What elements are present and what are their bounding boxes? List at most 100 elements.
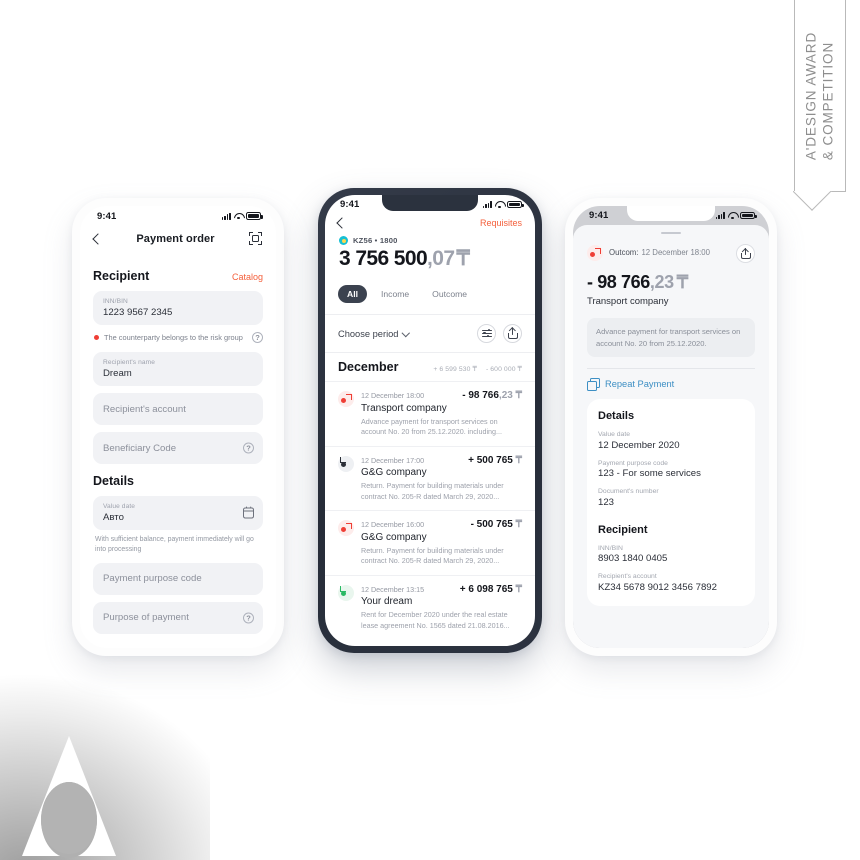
amount-main: - 500 765 (470, 519, 513, 531)
segmented-control: All Income Outcome (325, 271, 535, 314)
status-bar: 9:41 (80, 206, 276, 226)
inn-bin-field[interactable]: INN/BIN 1223 9567 2345 (93, 291, 263, 325)
amount-main: + 6 098 765 (459, 583, 513, 595)
month-header: December + 6 599 530 ₸ - 600 000 ₸ (325, 353, 535, 381)
recipient-name-field[interactable]: Recipient's name Dream (93, 352, 263, 386)
table-row[interactable]: 12 December 17:00 + 500 765 ₸ G&G compan… (325, 445, 535, 511)
balance-currency: ₸ (456, 247, 470, 270)
income-arrow-icon (338, 584, 354, 601)
ribbon-line-2: & COMPETITION (821, 41, 836, 161)
sliders-icon (481, 328, 492, 338)
recipient-title: Recipient (93, 269, 150, 283)
counterparty-name: Transport company (587, 296, 669, 308)
detail-key: Payment purpose code (598, 459, 668, 467)
chevron-left-icon[interactable] (336, 217, 348, 229)
transaction-description: Return. Payment for building materials u… (361, 481, 504, 501)
recipient-section-header: Recipient Catalog (93, 269, 263, 283)
details-title: Details (598, 410, 635, 423)
income-arrow-icon (338, 455, 354, 472)
month-outcome-total: - 600 000 ₸ (485, 366, 522, 373)
battery-icon (740, 211, 757, 220)
detail-value: 123 - For some services (598, 468, 701, 480)
filter-button[interactable] (477, 324, 496, 343)
amount-main: - 98 766 (462, 390, 499, 401)
purpose-of-payment-field[interactable]: Purpose of payment ? (93, 601, 263, 634)
scan-frame-icon[interactable] (248, 232, 262, 245)
detail-key: Recipient's account (598, 573, 657, 581)
recipient-account-placeholder: Recipient's account (103, 403, 186, 415)
tab-income[interactable]: Income (372, 285, 418, 303)
catalog-link[interactable]: Catalog (232, 272, 263, 282)
inn-bin-value: 1223 9567 2345 (103, 306, 173, 318)
value-date-field[interactable]: Value date Авто (93, 496, 263, 530)
detail-row: Value date 12 December 2020 (598, 431, 744, 451)
page-title: Payment order (136, 232, 215, 245)
question-icon[interactable]: ? (243, 442, 254, 454)
payment-purpose-code-field[interactable]: Payment purpose code (93, 562, 263, 595)
navigation-bar: Requisites (325, 214, 535, 230)
balance-decimal: ,07 (427, 247, 455, 270)
transaction-amount: - 98 766,23 ₸ (462, 390, 522, 401)
transaction-name: Transport company (361, 402, 447, 414)
outcome-arrow-icon (587, 245, 603, 262)
share-button[interactable] (736, 244, 755, 264)
chevron-left-icon[interactable] (92, 232, 104, 245)
payment-purpose-code-placeholder: Payment purpose code (103, 573, 202, 585)
tab-outcome[interactable]: Outcome (423, 285, 476, 303)
amount-currency: ₸ (515, 583, 522, 595)
status-bar: 9:41 (573, 206, 769, 225)
amount-currency: ₸ (515, 390, 522, 401)
question-icon[interactable]: ? (252, 332, 263, 343)
signal-icon (482, 201, 492, 208)
table-row[interactable]: 12 December 18:00 - 98 766,23 ₸ Transpor… (325, 381, 535, 446)
detail-key: INN/BIN (598, 544, 623, 552)
requisites-link[interactable]: Requisites (480, 218, 522, 228)
amount-decimal: ,23 (498, 390, 513, 401)
value-date-value: Авто (103, 511, 124, 523)
detail-value: KZ34 5678 9012 3456 7892 (598, 581, 717, 593)
export-button[interactable] (503, 324, 522, 343)
device-notch (382, 195, 478, 211)
phone-left-payment-order: 9:41 Payment order Recipient Catalog INN… (72, 198, 284, 656)
status-clock: 9:41 (589, 210, 609, 221)
question-icon[interactable]: ? (243, 612, 254, 624)
calendar-icon[interactable] (242, 506, 255, 519)
battery-icon (507, 200, 524, 209)
direction-label: Outcom: (609, 248, 639, 258)
repeat-payment-button[interactable]: Repeat Payment (587, 369, 755, 399)
amount-main: - 98 766 (587, 272, 650, 293)
sheet-drag-handle[interactable] (661, 232, 681, 235)
transaction-datetime: 12 December 18:00 (641, 248, 710, 258)
transaction-amount: + 6 098 765 ₸ (460, 584, 522, 595)
detail-key: Value date (598, 431, 630, 439)
transaction-name: G&G company (361, 467, 427, 479)
award-ribbon: A'DESIGN AWARD & COMPETITION (794, 0, 846, 192)
table-row[interactable]: 12 December 16:00 - 500 765 ₸ G&G compan… (325, 510, 535, 575)
details-title: Details (93, 474, 134, 488)
table-row[interactable]: 12 December 13:15 + 6 098 765 ₸ Your dre… (325, 574, 535, 640)
account-name: KZ56 • 1800 (353, 236, 398, 245)
detail-value: 12 December 2020 (598, 439, 680, 451)
value-date-label: Value date (103, 503, 136, 511)
amount-currency: ₸ (676, 272, 688, 293)
phone-center-account-history: 9:41 Requisites KZ56 • 1800 3 756 500,07… (318, 188, 542, 653)
payment-note: Advance payment for transport services o… (587, 318, 755, 358)
details-card: Details Value date 12 December 2020 Paym… (587, 399, 755, 606)
tab-all[interactable]: All (338, 285, 367, 303)
detail-key: Document's number (598, 488, 659, 496)
recipient-account-field[interactable]: Recipient's account (93, 393, 263, 425)
signal-icon (221, 212, 231, 220)
transaction-name: G&G company (361, 531, 427, 543)
detail-sheet: Outcom: 12 December 18:00 - 98 766,23 ₸ Tr… (573, 225, 769, 648)
beneficiary-code-placeholder: Beneficiary Code (103, 442, 177, 454)
status-clock: 9:41 (340, 199, 360, 210)
recipient-name-label: Recipient's name (103, 359, 155, 367)
balance-integer: 3 756 500 (339, 247, 428, 270)
transaction-name: Your dream (361, 596, 413, 608)
wifi-icon (728, 212, 737, 219)
account-row[interactable]: KZ56 • 1800 (325, 230, 535, 245)
choose-period-button[interactable]: Choose period (338, 329, 411, 339)
amount-currency: ₸ (515, 454, 522, 466)
transaction-description: Rent for December 2020 under the real es… (361, 610, 510, 630)
beneficiary-code-field[interactable]: Beneficiary Code ? (93, 432, 263, 464)
